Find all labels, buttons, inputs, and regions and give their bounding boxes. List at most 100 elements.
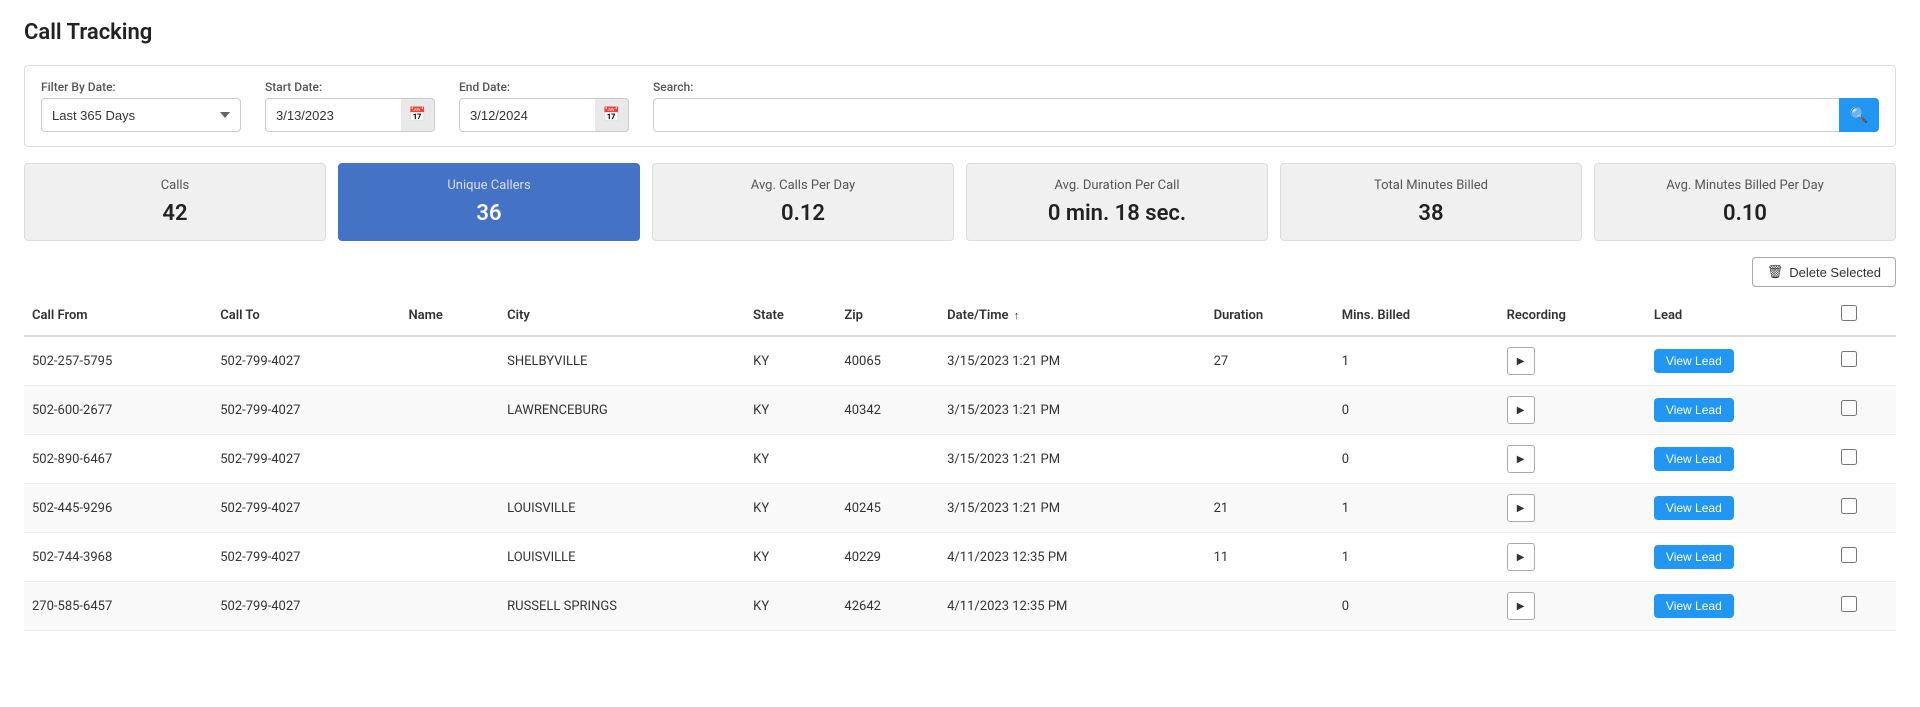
col-call-to: Call To	[212, 295, 400, 336]
cell-duration	[1206, 435, 1334, 484]
cell-datetime: 3/15/2023 1:21 PM	[939, 484, 1205, 533]
stat-unique-callers[interactable]: Unique Callers 36	[338, 163, 640, 241]
cell-name	[400, 582, 499, 631]
cell-datetime: 4/11/2023 12:35 PM	[939, 582, 1205, 631]
page-title: Call Tracking	[24, 20, 1896, 45]
row-select-checkbox[interactable]	[1841, 498, 1857, 514]
cell-row-checkbox	[1833, 582, 1896, 631]
start-date-wrapper: 📅	[265, 98, 435, 132]
cell-row-checkbox	[1833, 484, 1896, 533]
stat-avg-calls-per-day[interactable]: Avg. Calls Per Day 0.12	[652, 163, 954, 241]
cell-lead: View Lead	[1646, 533, 1833, 582]
cell-city: RUSSELL SPRINGS	[499, 582, 745, 631]
play-recording-button[interactable]: ▶	[1507, 396, 1535, 424]
select-all-checkbox[interactable]	[1841, 305, 1857, 321]
view-lead-button[interactable]: View Lead	[1654, 545, 1734, 569]
cell-row-checkbox	[1833, 336, 1896, 386]
table-row: 502-445-9296502-799-4027LOUISVILLEKY4024…	[24, 484, 1896, 533]
view-lead-button[interactable]: View Lead	[1654, 594, 1734, 618]
play-recording-button[interactable]: ▶	[1507, 592, 1535, 620]
call-tracking-table: Call From Call To Name City State Zip Da…	[24, 295, 1896, 631]
row-select-checkbox[interactable]	[1841, 596, 1857, 612]
view-lead-button[interactable]: View Lead	[1654, 349, 1734, 373]
play-recording-button[interactable]: ▶	[1507, 347, 1535, 375]
cell-city: LOUISVILLE	[499, 484, 745, 533]
cell-duration: 27	[1206, 336, 1334, 386]
stat-avg-calls-value: 0.12	[669, 201, 937, 226]
cell-recording: ▶	[1499, 435, 1646, 484]
search-button[interactable]: 🔍	[1839, 98, 1879, 132]
col-city: City	[499, 295, 745, 336]
stat-total-minutes-value: 38	[1297, 201, 1565, 226]
delete-selected-button[interactable]: 🗑 Delete Selected	[1752, 257, 1896, 287]
stats-row: Calls 42 Unique Callers 36 Avg. Calls Pe…	[24, 163, 1896, 241]
cell-lead: View Lead	[1646, 484, 1833, 533]
play-recording-button[interactable]: ▶	[1507, 445, 1535, 473]
stat-avg-calls-label: Avg. Calls Per Day	[669, 178, 937, 193]
cell-zip: 40229	[836, 533, 939, 582]
cell-duration	[1206, 582, 1334, 631]
cell-call-from: 502-600-2677	[24, 386, 212, 435]
cell-zip: 40342	[836, 386, 939, 435]
cell-datetime: 3/15/2023 1:21 PM	[939, 386, 1205, 435]
sort-arrow-icon: ↑	[1014, 309, 1020, 322]
cell-zip: 40245	[836, 484, 939, 533]
cell-call-to: 502-799-4027	[212, 582, 400, 631]
filter-date-label: Filter By Date:	[41, 80, 241, 94]
cell-recording: ▶	[1499, 336, 1646, 386]
stat-unique-callers-value: 36	[355, 201, 623, 226]
stat-avg-duration[interactable]: Avg. Duration Per Call 0 min. 18 sec.	[966, 163, 1268, 241]
view-lead-button[interactable]: View Lead	[1654, 398, 1734, 422]
cell-datetime: 3/15/2023 1:21 PM	[939, 336, 1205, 386]
cell-lead: View Lead	[1646, 435, 1833, 484]
stat-calls-value: 42	[41, 201, 309, 226]
cell-city	[499, 435, 745, 484]
cell-zip: 40065	[836, 336, 939, 386]
col-checkbox-header	[1833, 295, 1896, 336]
row-select-checkbox[interactable]	[1841, 351, 1857, 367]
end-date-group: End Date: 📅	[459, 80, 629, 132]
stat-calls[interactable]: Calls 42	[24, 163, 326, 241]
cell-duration: 21	[1206, 484, 1334, 533]
cell-name	[400, 533, 499, 582]
stat-avg-minutes-per-day[interactable]: Avg. Minutes Billed Per Day 0.10	[1594, 163, 1896, 241]
cell-call-from: 502-890-6467	[24, 435, 212, 484]
cell-recording: ▶	[1499, 582, 1646, 631]
cell-recording: ▶	[1499, 484, 1646, 533]
view-lead-button[interactable]: View Lead	[1654, 496, 1734, 520]
cell-state: KY	[745, 484, 836, 533]
trash-icon: 🗑	[1767, 264, 1784, 280]
play-recording-button[interactable]: ▶	[1507, 494, 1535, 522]
col-state: State	[745, 295, 836, 336]
table-row: 270-585-6457502-799-4027RUSSELL SPRINGSK…	[24, 582, 1896, 631]
cell-zip	[836, 435, 939, 484]
table-row: 502-744-3968502-799-4027LOUISVILLEKY4022…	[24, 533, 1896, 582]
table-row: 502-257-5795502-799-4027SHELBYVILLEKY400…	[24, 336, 1896, 386]
cell-call-from: 502-257-5795	[24, 336, 212, 386]
stat-avg-duration-value: 0 min. 18 sec.	[983, 201, 1251, 226]
cell-call-from: 502-445-9296	[24, 484, 212, 533]
cell-call-to: 502-799-4027	[212, 435, 400, 484]
end-date-calendar-icon[interactable]: 📅	[595, 98, 629, 132]
play-recording-button[interactable]: ▶	[1507, 543, 1535, 571]
search-input[interactable]	[653, 98, 1839, 132]
search-group: Search: 🔍	[653, 80, 1879, 132]
row-select-checkbox[interactable]	[1841, 449, 1857, 465]
cell-city: SHELBYVILLE	[499, 336, 745, 386]
cell-mins-billed: 0	[1334, 582, 1499, 631]
start-date-calendar-icon[interactable]: 📅	[401, 98, 435, 132]
col-lead: Lead	[1646, 295, 1833, 336]
cell-row-checkbox	[1833, 386, 1896, 435]
col-datetime[interactable]: Date/Time ↑	[939, 295, 1205, 336]
col-zip: Zip	[836, 295, 939, 336]
stat-total-minutes-label: Total Minutes Billed	[1297, 178, 1565, 193]
row-select-checkbox[interactable]	[1841, 400, 1857, 416]
row-select-checkbox[interactable]	[1841, 547, 1857, 563]
cell-name	[400, 435, 499, 484]
cell-duration	[1206, 386, 1334, 435]
date-range-select[interactable]: Last 365 Days Last 30 Days Last 7 Days C…	[41, 98, 241, 132]
view-lead-button[interactable]: View Lead	[1654, 447, 1734, 471]
cell-row-checkbox	[1833, 533, 1896, 582]
stat-total-minutes[interactable]: Total Minutes Billed 38	[1280, 163, 1582, 241]
cell-call-to: 502-799-4027	[212, 336, 400, 386]
